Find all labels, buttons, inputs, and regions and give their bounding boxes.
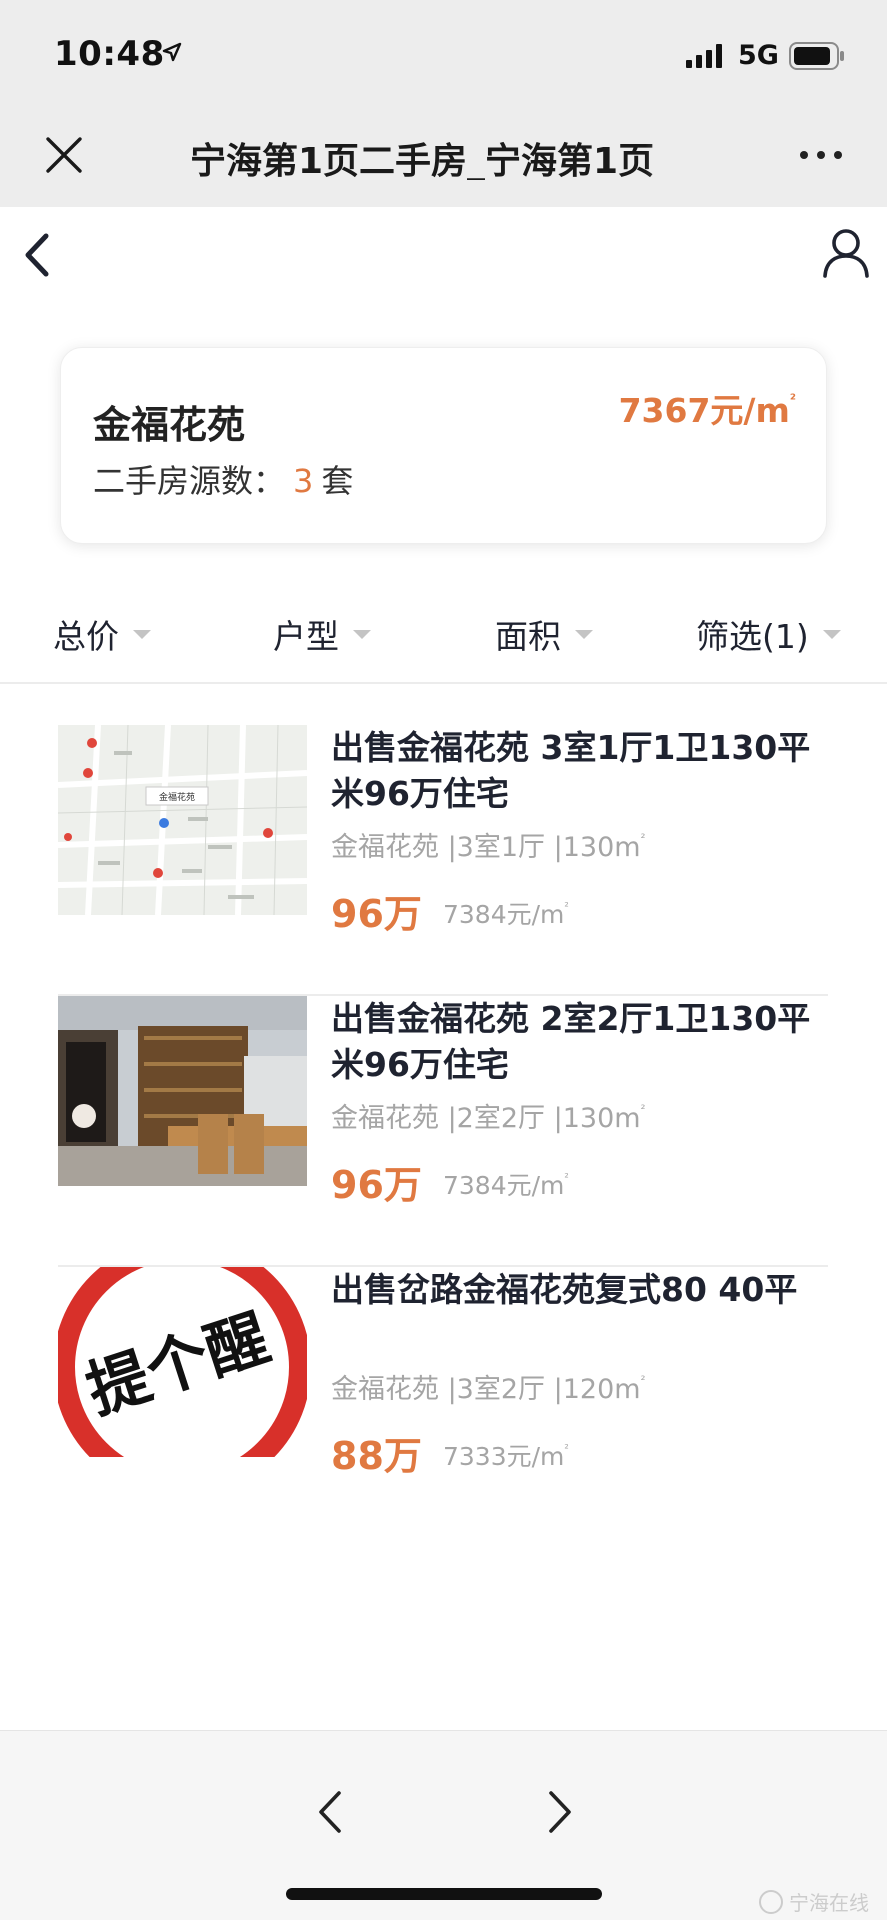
network-type: 5G <box>738 40 779 71</box>
listing-count-unit: 套 <box>321 462 354 500</box>
listing-count-label: 二手房源数： <box>93 462 286 500</box>
browser-forward-icon[interactable] <box>545 1789 575 1835</box>
listing-price: 96万 <box>331 1163 422 1207</box>
battery-icon <box>789 42 845 74</box>
close-icon[interactable] <box>44 135 84 175</box>
unit-price-sup: ² <box>564 899 569 913</box>
listing-unit-price: 7384元/m² <box>443 895 569 931</box>
listing-meta: 金福花苑 |3室2厅 |120m² <box>331 1367 645 1406</box>
map-thumbnail: 金福花苑 <box>58 725 307 915</box>
listing-unit-price: 7333元/m² <box>443 1437 569 1473</box>
listing-meta-sup: ² <box>640 1373 646 1387</box>
cellular-signal-icon <box>686 44 726 72</box>
listing-meta-sup: ² <box>640 1102 646 1116</box>
listing-meta-sup: ² <box>640 831 646 845</box>
browser-bottom-bar: 宁海在线 <box>0 1730 887 1920</box>
caret-down-icon <box>822 629 841 639</box>
listing-count: 3 <box>293 462 314 500</box>
unit-price-text: 7384元/m <box>443 1171 565 1200</box>
average-price-sup: ² <box>789 392 796 408</box>
reminder-sign-thumbnail: 提个醒 <box>58 1267 307 1457</box>
estate-summary-card: 金福花苑 二手房源数： 3 套 7367元/m² <box>60 347 827 544</box>
filter-layout[interactable]: 户型 <box>273 610 371 658</box>
estate-name: 金福花苑 <box>93 403 246 447</box>
unit-price-sup: ² <box>564 1170 569 1184</box>
listing-meta-text: 金福花苑 |3室1厅 |130m <box>331 832 641 863</box>
listing-price: 88万 <box>331 1434 422 1478</box>
browser-back-icon[interactable] <box>315 1789 345 1835</box>
watermark: 宁海在线 <box>759 1887 869 1916</box>
filter-more[interactable]: 筛选(1) <box>696 610 841 658</box>
page-title: 宁海第1页二手房_宁海第1页 <box>190 141 655 180</box>
filter-total-price[interactable]: 总价 <box>53 610 151 658</box>
listing-title: 出售岔路金福花苑复式80 40平 <box>331 1270 798 1309</box>
caret-down-icon <box>575 629 593 639</box>
listing-meta: 金福花苑 |2室2厅 |130m² <box>331 1096 645 1135</box>
user-profile-icon[interactable] <box>822 228 870 278</box>
wechat-title-bar: 宁海第1页二手房_宁海第1页 <box>0 100 887 207</box>
location-arrow-icon <box>162 42 182 66</box>
watermark-text: 宁海在线 <box>789 1891 869 1915</box>
listing-item[interactable]: 金福花苑 出售金福花苑 3室1厅1卫130平米96万住宅 金福花苑 |3室1厅 … <box>58 725 828 996</box>
listing-unit-price: 7384元/m² <box>443 1166 569 1202</box>
filter-area[interactable]: 面积 <box>495 610 593 658</box>
estate-average-price: 7367元/m² <box>619 384 796 432</box>
more-options-icon[interactable] <box>800 151 844 161</box>
filter-bar: 总价 户型 面积 筛选(1) <box>0 580 887 684</box>
room-photo-thumbnail <box>58 996 307 1186</box>
listing-title: 出售金福花苑 3室1厅1卫130平米96万住宅 <box>331 728 811 813</box>
listing-meta-text: 金福花苑 |3室2厅 |120m <box>331 1374 641 1405</box>
watermark-logo-icon <box>759 1889 783 1914</box>
caret-down-icon <box>353 629 371 639</box>
filter-label: 筛选(1) <box>696 617 809 656</box>
average-price-value: 7367元/m <box>618 391 790 430</box>
caret-down-icon <box>133 629 151 639</box>
home-indicator[interactable] <box>286 1888 602 1900</box>
filter-label: 户型 <box>273 617 339 656</box>
listing-meta: 金福花苑 |3室1厅 |130m² <box>331 825 645 864</box>
listing-price: 96万 <box>331 892 422 936</box>
unit-price-text: 7333元/m <box>443 1442 565 1471</box>
listing-count-row: 二手房源数： 3 套 <box>93 456 353 502</box>
listing-title: 出售金福花苑 2室2厅1卫130平米96万住宅 <box>331 999 811 1084</box>
listing-item[interactable]: 提个醒 出售岔路金福花苑复式80 40平 金福花苑 |3室2厅 |120m² 8… <box>58 1267 828 1538</box>
filter-label: 面积 <box>495 617 561 656</box>
filter-label: 总价 <box>53 617 119 656</box>
listing-meta-text: 金福花苑 |2室2厅 |130m <box>331 1103 641 1134</box>
map-label: 金福花苑 <box>159 791 195 803</box>
listing-item[interactable]: 出售金福花苑 2室2厅1卫130平米96万住宅 金福花苑 |2室2厅 |130m… <box>58 996 828 1267</box>
unit-price-sup: ² <box>564 1441 569 1455</box>
back-icon[interactable] <box>22 232 52 278</box>
status-time: 10:48 <box>54 34 165 74</box>
unit-price-text: 7384元/m <box>443 900 565 929</box>
status-bar: 10:48 5G <box>0 0 887 100</box>
